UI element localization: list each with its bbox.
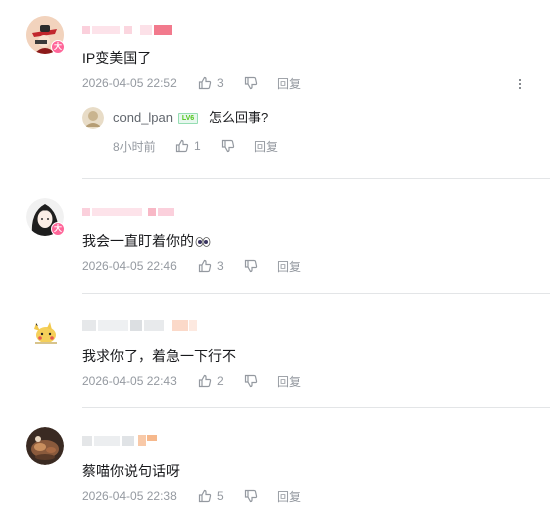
thumb-up-icon	[198, 259, 212, 273]
like-button[interactable]: 5	[198, 489, 244, 503]
username-blurred[interactable]	[82, 24, 177, 36]
thumb-down-icon	[244, 489, 258, 503]
eyes-emoji-icon	[195, 237, 211, 248]
thumb-down-icon	[244, 259, 258, 273]
divider	[82, 293, 550, 294]
reply-username[interactable]: cond_lpan	[113, 109, 173, 127]
comment-meta: 2026-04-05 22:52 3 回复	[82, 75, 301, 91]
username-blurred[interactable]	[82, 206, 177, 218]
comment-text: 我会一直盯着你的	[82, 231, 211, 251]
dislike-button[interactable]	[221, 139, 254, 153]
like-count: 1	[194, 139, 201, 153]
dislike-button[interactable]	[244, 489, 277, 503]
divider	[82, 178, 550, 179]
thumb-down-icon	[244, 374, 258, 388]
comment-time: 2026-04-05 22:38	[82, 489, 177, 503]
comment-meta: 2026-04-05 22:43 2 回复	[82, 373, 301, 389]
reply-button[interactable]: 回复	[277, 75, 301, 92]
comment-time: 2026-04-05 22:46	[82, 259, 177, 273]
reply-text: 怎么回事?	[209, 110, 269, 125]
more-options-icon[interactable]	[516, 77, 524, 91]
username-blurred[interactable]	[82, 434, 162, 446]
divider	[82, 407, 550, 408]
like-button[interactable]: 3	[198, 76, 244, 90]
level-badge: LV6	[178, 113, 198, 124]
dislike-button[interactable]	[244, 374, 277, 388]
reply-button[interactable]: 回复	[254, 138, 278, 155]
reply-button[interactable]: 回复	[277, 373, 301, 390]
avatar[interactable]	[26, 313, 64, 351]
like-button[interactable]: 1	[175, 139, 221, 153]
avatar[interactable]	[26, 427, 64, 465]
comment-text: IP变美国了	[82, 50, 152, 66]
thumb-down-icon	[244, 76, 258, 90]
reply-time: 8小时前	[113, 139, 156, 154]
comment-meta: 2026-04-05 22:46 3 回复	[82, 258, 301, 274]
like-count: 2	[217, 374, 224, 388]
username-blurred[interactable]	[82, 319, 202, 331]
vip-badge: 大	[51, 40, 65, 54]
thumb-up-icon	[198, 76, 212, 90]
reply-avatar[interactable]	[82, 107, 104, 129]
reply-button[interactable]: 回复	[277, 488, 301, 505]
thumb-up-icon	[198, 489, 212, 503]
like-button[interactable]: 2	[198, 374, 244, 388]
like-count: 3	[217, 259, 224, 273]
comment-time: 2026-04-05 22:43	[82, 374, 177, 388]
comment-text: 我求你了，着急一下行不	[82, 348, 236, 364]
like-count: 5	[217, 489, 224, 503]
reply-meta: 8小时前 1 回复	[113, 138, 278, 154]
thumb-up-icon	[175, 139, 189, 153]
dislike-button[interactable]	[244, 76, 277, 90]
vip-badge: 大	[51, 222, 65, 236]
reply-button[interactable]: 回复	[277, 258, 301, 275]
thumb-up-icon	[198, 374, 212, 388]
comment-text: 蔡喵你说句话呀	[82, 463, 180, 479]
thumb-down-icon	[221, 139, 235, 153]
comment-time: 2026-04-05 22:52	[82, 76, 177, 90]
comment-text-label: 我会一直盯着你的	[82, 233, 194, 249]
like-count: 3	[217, 76, 224, 90]
like-button[interactable]: 3	[198, 259, 244, 273]
comment-meta: 2026-04-05 22:38 5 回复	[82, 488, 301, 504]
dislike-button[interactable]	[244, 259, 277, 273]
